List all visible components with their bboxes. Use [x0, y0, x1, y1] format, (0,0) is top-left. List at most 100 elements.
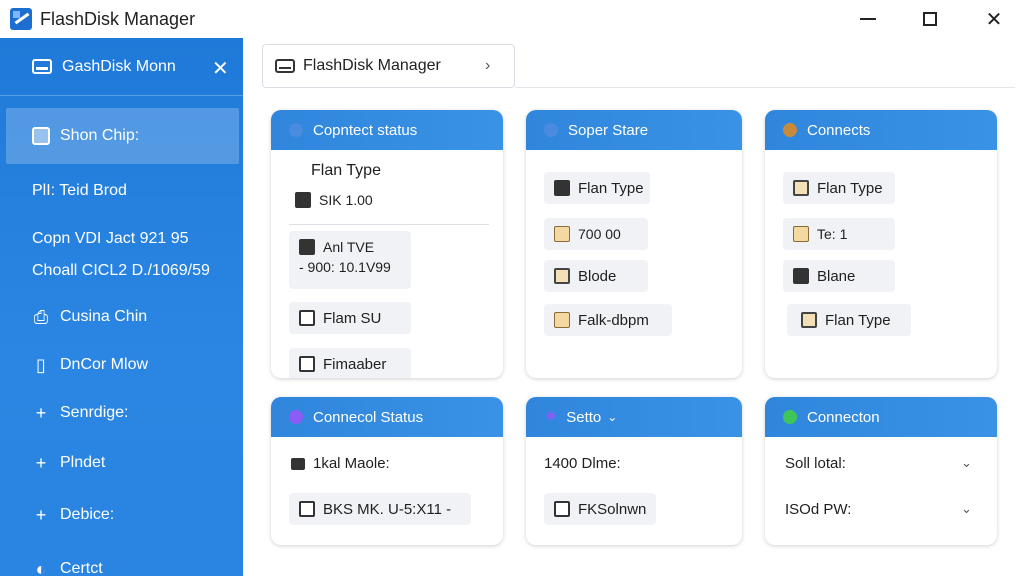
chip-icon — [554, 268, 570, 284]
breadcrumb-label: FlashDisk Manager — [303, 57, 441, 74]
button-label: Fimaaber — [323, 355, 387, 373]
window-title: FlashDisk Manager — [40, 8, 196, 29]
item-label: Flan Type — [817, 179, 883, 197]
close-window-button[interactable]: ✕ — [974, 4, 1014, 34]
connect-status-card: Copntect status Flan Type SIK 1.00 Anl T… — [271, 110, 503, 378]
chip-icon — [32, 127, 50, 145]
calendar-icon — [299, 501, 315, 517]
item-label: Blane — [817, 267, 856, 285]
sidebar-item-brand[interactable]: PlI: Teid Brod — [0, 182, 243, 200]
sidebar-close-button[interactable]: ✕ — [212, 56, 229, 81]
field-value: FKSolnwn — [578, 500, 647, 518]
chip-icon — [793, 268, 809, 284]
minimize-icon — [860, 18, 876, 20]
chip-icon — [295, 192, 311, 208]
star-icon: ✷ — [544, 407, 559, 426]
chip-icon — [291, 457, 305, 470]
app-logo-icon — [10, 8, 32, 30]
minimize-button[interactable] — [848, 4, 888, 34]
folder-icon — [299, 356, 315, 372]
sidebar-item-check[interactable]: Choall CICL2 D./1069/59 — [0, 262, 243, 280]
tag-icon — [793, 226, 809, 242]
sidebar-item-label: Cusina Chin — [60, 308, 148, 325]
sidebar-item-cusina[interactable]: ⎙ Cusina Chin — [0, 306, 243, 327]
status-dot-icon — [783, 123, 797, 137]
model-info-box: Anl TVE - 900: 10.1V99 — [289, 231, 411, 289]
card-header: ✷ Setto ⌄ — [526, 397, 742, 437]
document-icon: ▯ — [36, 354, 46, 375]
version-row: SIK 1.00 — [295, 192, 373, 208]
sidebar-title: GashDisk Monn — [62, 57, 176, 75]
setto-card: ✷ Setto ⌄ 1400 Dlme: FKSolnwn — [526, 397, 742, 545]
flan-type-item-2[interactable]: Flan Type — [787, 304, 911, 336]
status-dot-icon — [783, 410, 797, 424]
card-title: Setto — [566, 408, 602, 426]
sidebar-item-label: Senrdige: — [60, 404, 129, 421]
isod-pw-label: ISOd PW: — [785, 501, 852, 518]
connects-card: Connects Flan Type Te: 1 Blane Flan Type — [765, 110, 997, 378]
card-header: Copntect status — [271, 110, 503, 150]
sidebar-item-label: Copn VDI Jact 921 95 — [32, 230, 189, 247]
title-bar: FlashDisk Manager ✕ — [0, 0, 1024, 38]
chevron-down-icon[interactable]: ⌄ — [961, 501, 972, 517]
row-label: 1kal Maole: — [313, 455, 390, 472]
card-header: Connecol Status — [271, 397, 503, 437]
blane-item[interactable]: Blane — [783, 260, 895, 292]
drive-icon — [32, 59, 52, 74]
flan-type-item[interactable]: Flan Type — [544, 172, 650, 204]
fksolnwn-field[interactable]: FKSolnwn — [544, 493, 656, 525]
sidebar-header: GashDisk Monn — [0, 38, 243, 96]
model-name: Anl TVE — [323, 239, 375, 255]
item-label: Te: 1 — [817, 226, 848, 242]
drive-icon — [299, 310, 315, 326]
circle-icon: ◐ — [35, 558, 47, 576]
breadcrumb[interactable]: FlashDisk Manager › — [262, 44, 515, 88]
time-label: 1400 Dlme: — [544, 455, 621, 472]
blode-item[interactable]: Blode — [544, 260, 648, 292]
card-title: Soper Stare — [568, 121, 649, 139]
close-icon: ✕ — [985, 8, 1003, 31]
fimaaber-button[interactable]: Fimaaber — [289, 348, 411, 378]
card-title: Copntect status — [313, 121, 418, 139]
card-header: Connecton — [765, 397, 997, 437]
value-item[interactable]: 700 00 — [544, 218, 648, 250]
falk-item[interactable]: Falk-dbpm — [544, 304, 672, 336]
te-item[interactable]: Te: 1 — [783, 218, 895, 250]
chip-icon — [801, 312, 817, 328]
sidebar-item-certct[interactable]: ◐ Certct — [0, 558, 243, 576]
plus-icon: + — [35, 504, 47, 525]
chip-icon — [554, 226, 570, 242]
soll-total-label: Soll lotal: — [785, 455, 846, 472]
item-label: 700 00 — [578, 226, 621, 242]
sidebar-item-device[interactable]: + Debice: — [0, 504, 243, 525]
calendar-icon — [554, 501, 570, 517]
sidebar-item-settings[interactable]: + Senrdige: — [0, 403, 243, 423]
item-label: Blode — [578, 267, 617, 285]
sidebar-item-doc[interactable]: ▯ DnCor Mlow — [0, 354, 243, 375]
card-title: Connecton — [807, 408, 880, 426]
bks-field[interactable]: BKS MK. U-5:X11 - — [289, 493, 471, 525]
sidebar-item-label: Shon Chip: — [60, 127, 140, 144]
flam-su-button[interactable]: Flam SU — [289, 302, 411, 334]
status-dot-icon — [289, 410, 303, 424]
monitor-icon: ⎙ — [33, 306, 49, 327]
chip-icon — [299, 239, 315, 255]
connecton-card: Connecton Soll lotal: ⌄ ISOd PW: ⌄ — [765, 397, 997, 545]
sidebar-item-label: DnCor Mlow — [60, 356, 149, 373]
header-divider — [515, 87, 1015, 88]
sidebar-item-plndet[interactable]: + Plndet — [0, 452, 243, 473]
card-header: Soper Stare — [526, 110, 742, 150]
flan-type-item[interactable]: Flan Type — [783, 172, 895, 204]
chevron-down-icon[interactable]: ⌄ — [607, 410, 617, 424]
soper-stare-card: Soper Stare Flan Type 700 00 Blode Falk-… — [526, 110, 742, 378]
chevron-down-icon[interactable]: ⌄ — [961, 455, 972, 471]
mode-row: 1kal Maole: — [291, 455, 390, 472]
chevron-right-icon: › — [485, 57, 491, 74]
sidebar-item-chip[interactable]: Shon Chip: — [6, 108, 239, 164]
status-dot-icon — [544, 123, 558, 137]
maximize-button[interactable] — [910, 4, 950, 34]
sidebar-item-version[interactable]: Copn VDI Jact 921 95 — [0, 230, 243, 248]
sidebar-item-label: Debice: — [60, 506, 115, 523]
plus-icon: + — [35, 452, 47, 473]
model-value: - 900: 10.1V99 — [299, 259, 391, 275]
